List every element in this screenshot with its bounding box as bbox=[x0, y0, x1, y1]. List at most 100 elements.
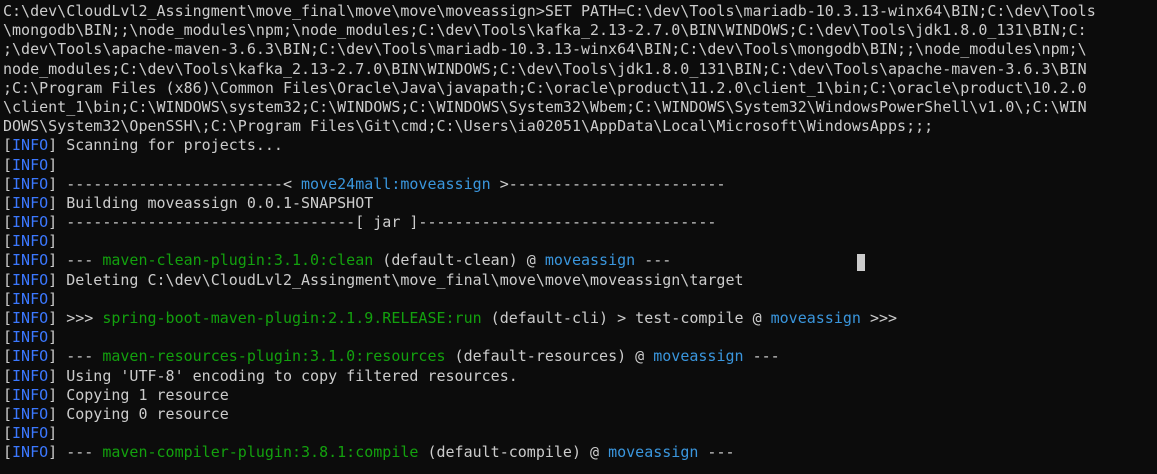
log-text: >>> bbox=[860, 309, 898, 327]
bracket-close: ] bbox=[48, 443, 58, 462]
artifact-name: move24mall:moveassign bbox=[301, 174, 491, 193]
bracket-open: [ bbox=[3, 289, 13, 308]
log-text: >>> bbox=[57, 309, 103, 327]
log-text: Using 'UTF-8' encoding to copy filtered … bbox=[57, 366, 518, 385]
artifact-name: moveassign bbox=[770, 309, 861, 327]
log-text: >------------------------ bbox=[490, 174, 726, 193]
log-line: [INFO] bbox=[3, 290, 1157, 309]
log-line: [INFO] Using 'UTF-8' encoding to copy fi… bbox=[3, 367, 1157, 386]
bracket-close: ] bbox=[48, 213, 58, 232]
log-level-tag: [INFO] bbox=[3, 156, 57, 174]
command-output-line: \mongodb\BIN;;\node_modules\npm;\node_mo… bbox=[3, 21, 1087, 40]
log-line: [INFO] Copying 0 resource bbox=[3, 405, 1157, 424]
artifact-name: moveassign bbox=[608, 443, 699, 462]
log-text: --------------------------------[ jar ]-… bbox=[57, 213, 717, 232]
bracket-close: ] bbox=[48, 251, 58, 270]
bracket-close: ] bbox=[48, 404, 58, 423]
bracket-close: ] bbox=[48, 193, 58, 212]
log-level: INFO bbox=[12, 232, 49, 251]
log-level-tag: [INFO] bbox=[3, 271, 57, 289]
log-level-tag: [INFO] bbox=[3, 309, 57, 327]
log-line: [INFO] ------------------------< move24m… bbox=[3, 175, 1157, 194]
bracket-open: [ bbox=[3, 347, 13, 366]
bracket-close: ] bbox=[48, 155, 58, 174]
bracket-close: ] bbox=[48, 385, 58, 404]
log-line: [INFO] --------------------------------[… bbox=[3, 213, 1157, 232]
bracket-open: [ bbox=[3, 328, 13, 347]
log-line: [INFO] Building moveassign 0.0.1-SNAPSHO… bbox=[3, 194, 1157, 213]
plugin-goal: spring-boot-maven-plugin:2.1.9.RELEASE:r… bbox=[102, 309, 482, 327]
bracket-close: ] bbox=[48, 174, 58, 193]
terminal-window[interactable]: C:\dev\CloudLvl2_Assingment\move_final\m… bbox=[0, 0, 1157, 474]
bracket-open: [ bbox=[3, 174, 13, 193]
log-level-tag: [INFO] bbox=[3, 175, 57, 193]
log-level: INFO bbox=[12, 328, 49, 347]
bracket-open: [ bbox=[3, 251, 13, 270]
bracket-close: ] bbox=[48, 366, 58, 385]
command-output-line: ;\dev\Tools\apache-maven-3.6.3\BIN;C:\de… bbox=[3, 40, 1087, 59]
log-line: [INFO] bbox=[3, 156, 1157, 175]
bracket-close: ] bbox=[48, 347, 58, 366]
bracket-close: ] bbox=[48, 232, 58, 251]
log-text: (default-clean) @ bbox=[373, 251, 545, 270]
log-level-tag: [INFO] bbox=[3, 443, 57, 461]
log-level: INFO bbox=[12, 155, 49, 174]
log-level-tag: [INFO] bbox=[3, 194, 57, 212]
log-text: (default-compile) @ bbox=[418, 443, 609, 462]
log-level-tag: [INFO] bbox=[3, 136, 57, 154]
text-cursor bbox=[857, 254, 865, 271]
bracket-open: [ bbox=[3, 424, 13, 443]
log-text: Building moveassign 0.0.1-SNAPSHOT bbox=[57, 193, 374, 212]
log-level: INFO bbox=[12, 270, 49, 289]
bracket-open: [ bbox=[3, 443, 13, 462]
log-level: INFO bbox=[12, 174, 49, 193]
log-level: INFO bbox=[12, 385, 49, 404]
artifact-name: moveassign bbox=[544, 251, 636, 270]
log-level: INFO bbox=[12, 443, 49, 462]
plugin-goal: maven-compiler-plugin:3.8.1:compile bbox=[102, 443, 419, 462]
log-level-tag: [INFO] bbox=[3, 251, 57, 269]
log-level-tag: [INFO] bbox=[3, 290, 57, 308]
log-level: INFO bbox=[12, 404, 49, 423]
set-path-command-output: C:\dev\CloudLvl2_Assingment\move_final\m… bbox=[3, 2, 1157, 136]
bracket-open: [ bbox=[3, 366, 13, 385]
maven-log-output: [INFO] Scanning for projects... [INFO] [IN… bbox=[3, 136, 1157, 462]
bracket-close: ] bbox=[48, 328, 58, 347]
log-text: Copying 1 resource bbox=[57, 385, 229, 404]
bracket-close: ] bbox=[48, 136, 58, 155]
log-text: Copying 0 resource bbox=[57, 404, 229, 423]
log-level: INFO bbox=[12, 366, 49, 385]
log-level-tag: [INFO] bbox=[3, 367, 57, 385]
log-line: [INFO] Deleting C:\dev\CloudLvl2_Assingm… bbox=[3, 271, 1157, 290]
log-line: [INFO] Copying 1 resource bbox=[3, 386, 1157, 405]
log-level-tag: [INFO] bbox=[3, 347, 57, 365]
command-output-line: ;C:\Program Files (x86)\Common Files\Ora… bbox=[3, 78, 1087, 97]
bracket-open: [ bbox=[3, 136, 13, 155]
log-level: INFO bbox=[12, 193, 49, 212]
log-level-tag: [INFO] bbox=[3, 405, 57, 423]
log-level-tag: [INFO] bbox=[3, 386, 57, 404]
bracket-open: [ bbox=[3, 193, 13, 212]
command-output-line: node_modules;C:\dev\Tools\kafka_2.13-2.7… bbox=[3, 59, 1087, 78]
log-level: INFO bbox=[12, 289, 49, 308]
bracket-close: ] bbox=[48, 289, 58, 308]
log-text: Deleting C:\dev\CloudLvl2_Assingment\mov… bbox=[57, 270, 744, 289]
log-level: INFO bbox=[12, 309, 49, 327]
log-text: --- bbox=[57, 443, 103, 462]
log-line: [INFO] --- maven-clean-plugin:3.1.0:clea… bbox=[3, 251, 1157, 270]
log-line: [INFO] bbox=[3, 232, 1157, 251]
log-text: ------------------------< bbox=[57, 174, 302, 193]
log-level-tag: [INFO] bbox=[3, 424, 57, 442]
command-output-line: C:\dev\CloudLvl2_Assingment\move_final\m… bbox=[3, 2, 1096, 20]
bracket-open: [ bbox=[3, 309, 13, 327]
bracket-open: [ bbox=[3, 232, 13, 251]
log-text: (default-cli) > test-compile @ bbox=[481, 309, 771, 327]
log-text: --- bbox=[743, 347, 780, 366]
plugin-goal: maven-resources-plugin:3.1.0:resources bbox=[102, 347, 446, 366]
log-level: INFO bbox=[12, 347, 49, 366]
bracket-close: ] bbox=[48, 270, 58, 289]
log-level: INFO bbox=[12, 424, 49, 443]
log-level-tag: [INFO] bbox=[3, 232, 57, 250]
log-line: [INFO] bbox=[3, 328, 1157, 347]
bracket-close: ] bbox=[48, 309, 58, 327]
